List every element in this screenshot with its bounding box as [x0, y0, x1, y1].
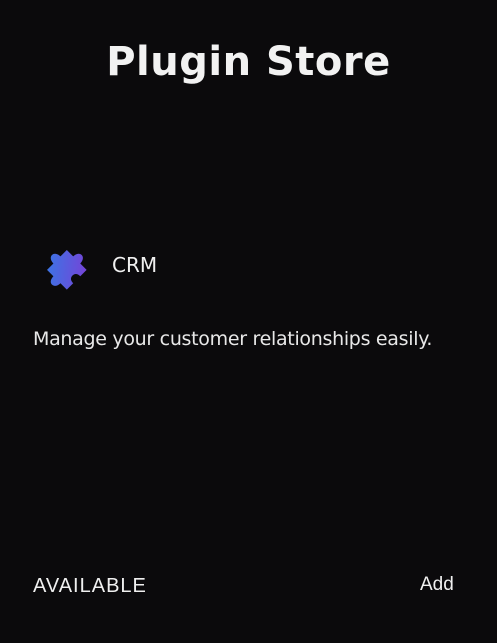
puzzle-piece-icon — [38, 241, 90, 293]
status-badge: AVAILABLE — [33, 575, 147, 597]
plugin-name: CRM — [112, 253, 158, 277]
page-title: Plugin Store — [106, 39, 391, 85]
add-plugin-button[interactable]: Add — [406, 570, 468, 600]
plugin-description: Manage your customer relationships easil… — [33, 328, 433, 350]
